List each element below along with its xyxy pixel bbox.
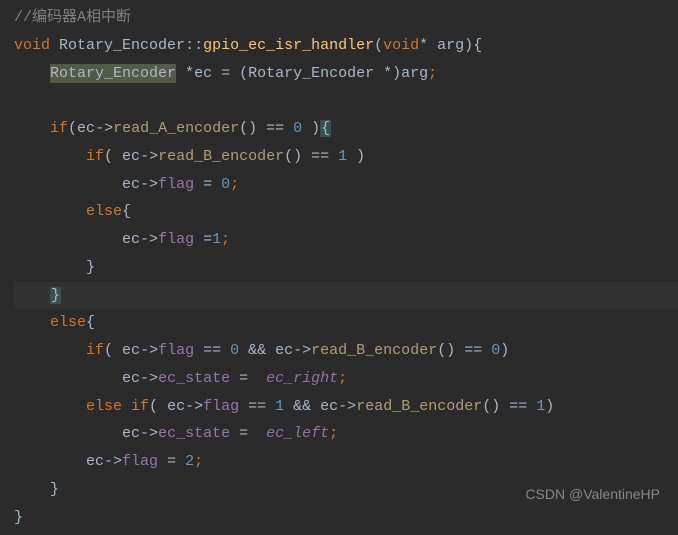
comment-text: //编码器A相中断: [14, 9, 131, 26]
class-name: Rotary_Encoder: [59, 37, 185, 54]
matching-brace-cursor: }: [50, 287, 61, 304]
code-line: ec->flag = 0;: [14, 171, 678, 199]
code-line: if(ec->read_A_encoder() == 0 ){: [14, 115, 678, 143]
code-line: ec->ec_state = ec_left;: [14, 420, 678, 448]
code-line: }: [14, 282, 678, 310]
code-line: else{: [14, 309, 678, 337]
code-line: //编码器A相中断: [14, 4, 678, 32]
keyword: void: [14, 37, 50, 54]
code-line: Rotary_Encoder *ec = (Rotary_Encoder *)a…: [14, 60, 678, 88]
code-line: if( ec->flag == 0 && ec->read_B_encoder(…: [14, 337, 678, 365]
code-line: else{: [14, 198, 678, 226]
code-line: ec->flag =1;: [14, 226, 678, 254]
code-line: else if( ec->flag == 1 && ec->read_B_enc…: [14, 393, 678, 421]
code-editor[interactable]: //编码器A相中断 void Rotary_Encoder::gpio_ec_i…: [0, 0, 678, 535]
method-name: gpio_ec_isr_handler: [203, 37, 374, 54]
code-line: void Rotary_Encoder::gpio_ec_isr_handler…: [14, 32, 678, 60]
code-line: if( ec->read_B_encoder() == 1 ): [14, 143, 678, 171]
code-line: ec->flag = 2;: [14, 448, 678, 476]
code-line: }: [14, 254, 678, 282]
matching-brace: {: [320, 120, 331, 137]
code-line: ec->ec_state = ec_right;: [14, 365, 678, 393]
cursor-line-highlight: [14, 282, 678, 309]
code-line: [14, 87, 678, 115]
highlighted-class: Rotary_Encoder: [50, 64, 176, 83]
watermark: CSDN @ValentineHP: [525, 482, 660, 508]
